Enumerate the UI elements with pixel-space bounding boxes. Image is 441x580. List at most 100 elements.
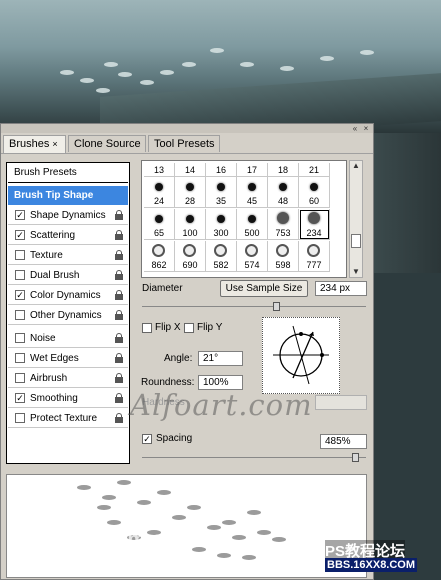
option-checkbox[interactable] (15, 353, 25, 363)
brush-tip-cell[interactable]: 18 (268, 163, 299, 177)
hardness-field (315, 395, 367, 410)
sidebar-item-brush-presets[interactable]: Brush Presets (8, 163, 128, 183)
option-checkbox[interactable] (15, 333, 25, 343)
option-checkbox[interactable] (15, 373, 25, 383)
brush-tip-cell[interactable]: 16 (206, 163, 237, 177)
brush-tip-cell[interactable]: 35 (206, 177, 237, 208)
diameter-slider[interactable] (142, 306, 366, 307)
use-sample-size-button[interactable]: Use Sample Size (220, 280, 308, 297)
sidebar-item-airbrush[interactable]: Airbrush (8, 369, 128, 388)
brush-tip-cell[interactable]: 21 (299, 163, 330, 177)
sidebar-item-color-dynamics[interactable]: ✓ Color Dynamics (8, 286, 128, 305)
spacing-checkbox[interactable]: ✓ (142, 434, 152, 444)
lock-icon[interactable] (115, 290, 123, 300)
lock-icon[interactable] (115, 413, 123, 423)
angle-field[interactable]: 21° (198, 351, 243, 366)
tab-tool-presets[interactable]: Tool Presets (148, 135, 220, 152)
brush-tip-cell[interactable]: 690 (175, 241, 206, 272)
sidebar-item-wet-edges[interactable]: Wet Edges (8, 349, 128, 368)
brush-tip-cell[interactable]: 28 (175, 177, 206, 208)
brush-tip-icon (152, 244, 165, 257)
fish-shape (80, 78, 94, 83)
brush-tip-cell[interactable]: 60 (299, 177, 330, 208)
lock-icon[interactable] (115, 353, 123, 363)
scroll-down-icon[interactable]: ▼ (350, 267, 362, 277)
brush-angle-preview[interactable] (262, 317, 340, 394)
tab-clone-source[interactable]: Clone Source (68, 135, 146, 152)
option-checkbox[interactable]: ✓ (15, 393, 25, 403)
diameter-slider-thumb[interactable] (273, 302, 281, 311)
tab-close-icon[interactable]: × (52, 139, 57, 149)
diameter-field[interactable]: 234 px (315, 281, 367, 296)
brush-tip-cell[interactable]: 100 (175, 209, 206, 240)
lock-icon[interactable] (115, 230, 123, 240)
option-checkbox[interactable] (15, 250, 25, 260)
sidebar-item-dual-brush[interactable]: Dual Brush (8, 266, 128, 285)
flip-x-checkbox[interactable] (142, 323, 152, 333)
brush-tip-cell[interactable]: 24 (144, 177, 175, 208)
brush-tip-cell[interactable]: 753 (268, 209, 299, 240)
fish-shape (118, 72, 132, 77)
fish-shape (182, 62, 196, 67)
flip-y-checkbox[interactable] (184, 323, 194, 333)
brush-tip-cell[interactable]: 14 (175, 163, 206, 177)
sidebar-item-brush-tip-shape[interactable]: Brush Tip Shape (8, 186, 128, 205)
sidebar-item-other-dynamics[interactable]: Other Dynamics (8, 306, 128, 325)
spacing-slider-thumb[interactable] (351, 453, 359, 462)
brush-tip-cell[interactable]: 13 (144, 163, 175, 177)
brush-size-label: 753 (275, 228, 291, 238)
tab-brushes[interactable]: Brushes × (3, 135, 66, 153)
collapse-icon[interactable]: « (351, 125, 359, 133)
sidebar-item-shape-dynamics[interactable]: ✓ Shape Dynamics (8, 206, 128, 225)
brush-tip-grid[interactable]: 13 14 16 17 18 21 24 28 35 45 48 60 65 100 300 500 753 23… (141, 160, 347, 278)
brush-tip-cell[interactable]: 598 (268, 241, 299, 272)
brush-tip-cell[interactable]: 65 (144, 209, 175, 240)
brush-tip-cell[interactable]: 234 (299, 209, 330, 240)
lock-icon[interactable] (115, 333, 123, 343)
brush-size-label: 45 (246, 196, 257, 206)
lock-icon[interactable] (115, 210, 123, 220)
option-checkbox[interactable] (15, 413, 25, 423)
panel-titlebar[interactable]: « × (1, 124, 373, 133)
brush-tip-cell[interactable]: 862 (144, 241, 175, 272)
lock-icon[interactable] (115, 250, 123, 260)
angle-roundness-icon (273, 325, 329, 385)
option-label: Smoothing (30, 393, 78, 404)
brush-tip-cell[interactable]: 574 (237, 241, 268, 272)
sidebar-item-texture[interactable]: Texture (8, 246, 128, 265)
lock-icon[interactable] (115, 373, 123, 383)
scrollbar-thumb[interactable] (351, 234, 361, 248)
fish-stroke-shape (117, 480, 131, 485)
sidebar-item-scattering[interactable]: ✓ Scattering (8, 226, 128, 245)
option-label: Color Dynamics (30, 290, 101, 301)
brush-tip-cell[interactable]: 17 (237, 163, 268, 177)
fish-shape (160, 70, 174, 75)
sidebar-item-noise[interactable]: Noise (8, 329, 128, 348)
sidebar-item-smoothing[interactable]: ✓ Smoothing (8, 389, 128, 408)
brush-grid-scrollbar[interactable]: ▲ ▼ (349, 160, 363, 278)
option-checkbox[interactable]: ✓ (15, 210, 25, 220)
lock-icon[interactable] (115, 393, 123, 403)
option-checkbox[interactable] (15, 270, 25, 280)
lock-icon[interactable] (115, 310, 123, 320)
brush-size-label: 300 (213, 228, 229, 238)
close-icon[interactable]: × (362, 125, 370, 133)
option-checkbox[interactable]: ✓ (15, 290, 25, 300)
brush-tip-cell[interactable]: 45 (237, 177, 268, 208)
option-checkbox[interactable] (15, 310, 25, 320)
sidebar-item-protect-texture[interactable]: Protect Texture (8, 409, 128, 428)
spacing-field[interactable]: 485% (320, 434, 367, 449)
brush-size-label: 777 (306, 260, 322, 270)
brush-tip-cell[interactable]: 48 (268, 177, 299, 208)
lock-icon[interactable] (115, 270, 123, 280)
brush-tip-cell[interactable]: 500 (237, 209, 268, 240)
fish-stroke-shape (102, 495, 116, 500)
brush-size-label: 60 (308, 196, 319, 206)
spacing-slider[interactable] (142, 457, 366, 458)
scroll-up-icon[interactable]: ▲ (350, 161, 362, 171)
brush-tip-cell[interactable]: 582 (206, 241, 237, 272)
fish-stroke-shape (207, 525, 221, 530)
brush-tip-cell[interactable]: 777 (299, 241, 330, 272)
brush-tip-cell[interactable]: 300 (206, 209, 237, 240)
option-checkbox[interactable]: ✓ (15, 230, 25, 240)
